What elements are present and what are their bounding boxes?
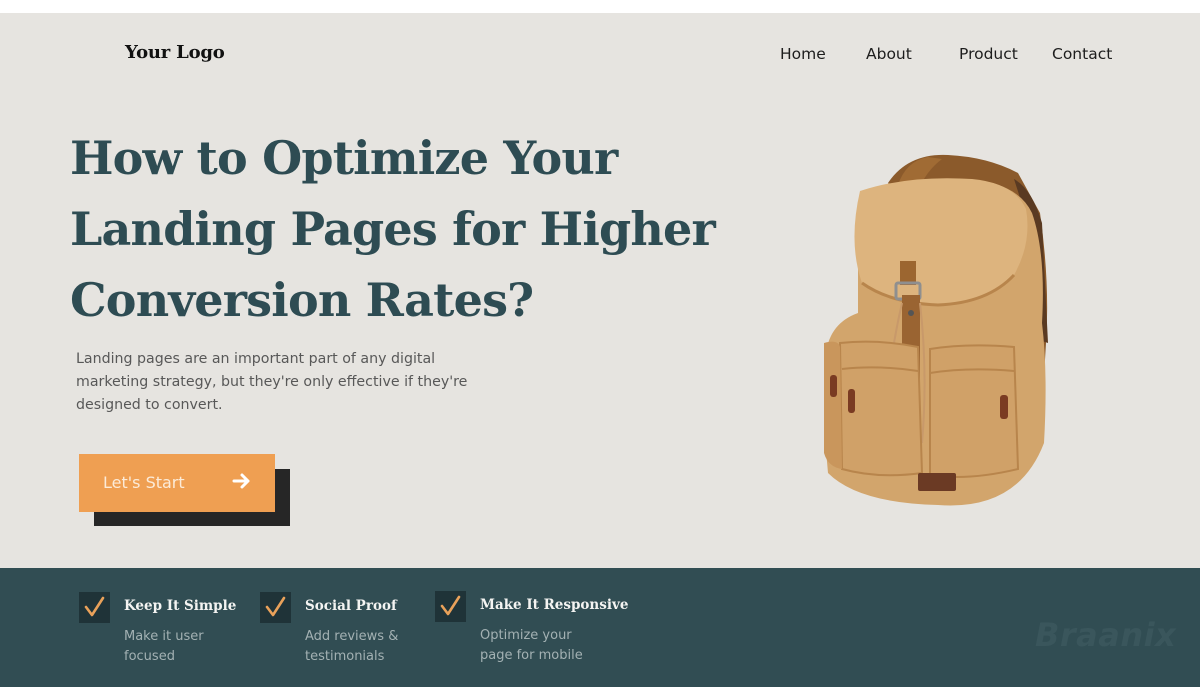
cta-label: Let's Start [103, 473, 185, 492]
feature-desc-line: focused [124, 648, 175, 664]
lead-paragraph: Landing pages are an important part of a… [76, 348, 496, 417]
feature-description: Add reviews & testimonials [305, 627, 398, 666]
feature-desc-line: page for mobile [480, 647, 583, 663]
feature-check-box [79, 592, 110, 623]
headline-line: How to Optimize Your [70, 131, 618, 185]
nav-contact[interactable]: Contact [1052, 45, 1112, 63]
backpack-image [824, 154, 1048, 506]
lead-line: marketing strategy, but they're only eff… [76, 374, 468, 390]
nav-about[interactable]: About [866, 45, 912, 63]
nav-product[interactable]: Product [959, 45, 1018, 63]
feature-desc-line: Optimize your [480, 628, 572, 643]
feature-check-box [435, 591, 466, 622]
feature-desc-line: testimonials [305, 648, 385, 664]
feature-description: Optimize your page for mobile [480, 626, 583, 665]
feature-description: Make it user focused [124, 627, 204, 666]
hero-section: Your Logo Home About Product Contact How… [0, 13, 1200, 568]
lead-line: Landing pages are an important part of a… [76, 351, 436, 367]
checkmark-icon [265, 596, 286, 617]
main-nav: Home About Product Contact [0, 45, 1200, 69]
headline-line: Conversion Rates? [70, 273, 534, 327]
lets-start-button[interactable]: Let's Start [79, 454, 275, 512]
checkmark-icon [440, 595, 461, 616]
brand-watermark: Braanix [1035, 616, 1177, 654]
checkmark-icon [84, 596, 105, 617]
feature-title: Social Proof [305, 598, 397, 614]
feature-title: Make It Responsive [480, 597, 629, 613]
feature-desc-line: Make it user [124, 629, 204, 644]
lead-line: designed to convert. [76, 397, 223, 413]
page-title: How to Optimize Your Landing Pages for H… [70, 123, 750, 336]
features-band: Keep It Simple Make it user focused Soci… [0, 568, 1200, 687]
headline-line: Landing Pages for Higher [70, 202, 716, 256]
feature-title: Keep It Simple [124, 598, 237, 614]
feature-check-box [260, 592, 291, 623]
nav-home[interactable]: Home [780, 45, 826, 63]
feature-desc-line: Add reviews & [305, 629, 399, 644]
arrow-right-icon [232, 473, 250, 489]
